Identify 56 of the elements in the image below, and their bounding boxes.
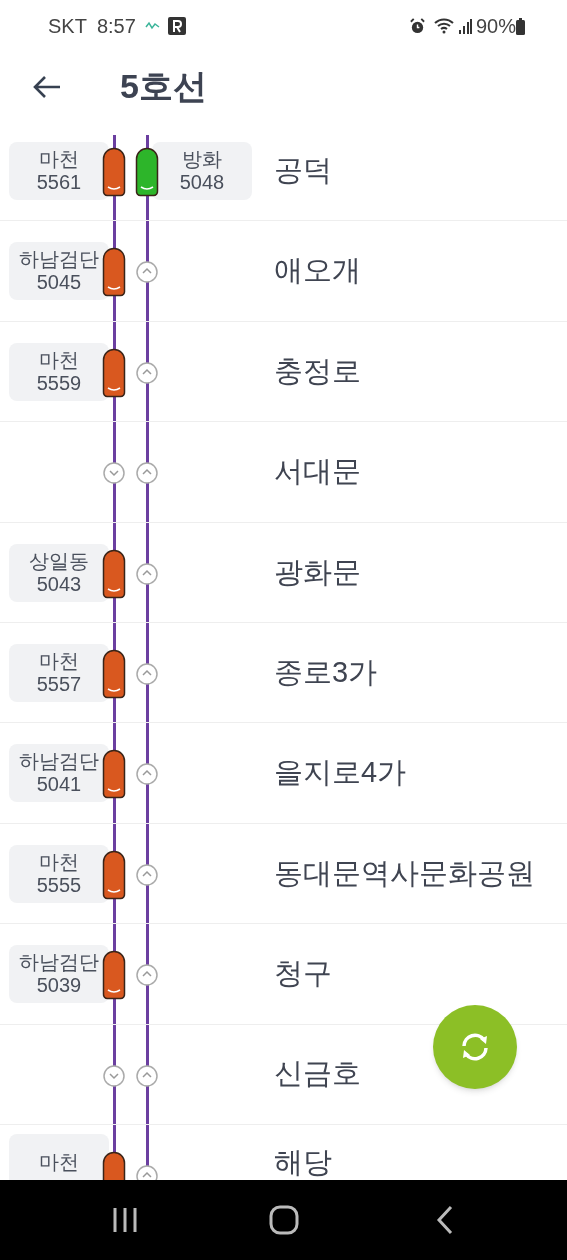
station-name[interactable]: 종로3가	[274, 650, 378, 695]
station-name[interactable]: 청구	[274, 952, 332, 996]
alarm-icon	[408, 17, 426, 35]
station-name[interactable]: 해당	[274, 1140, 332, 1180]
destination-text: 마천	[39, 348, 79, 372]
train-number: 5039	[36, 974, 82, 998]
station-name[interactable]: 을지로4가	[274, 751, 407, 795]
train-number: 5557	[36, 672, 82, 696]
destination-text: 하남검단	[19, 750, 99, 774]
chevron-up-icon	[136, 261, 158, 284]
chevron-up-icon	[136, 1064, 158, 1087]
station-name[interactable]: 충정로	[274, 349, 361, 394]
chevron-down-icon	[103, 1064, 125, 1087]
station-name[interactable]: 애오개	[274, 249, 361, 293]
back-arrow-icon	[32, 74, 62, 99]
destination-text: 마천	[39, 649, 79, 673]
recent-apps-icon[interactable]	[111, 1206, 139, 1234]
app-icon	[167, 17, 186, 35]
station-name[interactable]: 동대문역사문화공원	[274, 851, 535, 896]
train-number: 5041	[36, 773, 82, 797]
chevron-up-icon	[136, 662, 158, 685]
station-name[interactable]: 서대문	[274, 450, 361, 494]
destination-text: 방화	[182, 148, 222, 171]
train-number: 5043	[36, 572, 82, 596]
notification-icon	[144, 21, 160, 31]
station-name[interactable]: 광화문	[274, 550, 361, 594]
train-number: 5048	[179, 171, 225, 194]
chevron-up-icon	[136, 964, 158, 987]
battery-icon	[516, 17, 525, 35]
destination-text: 마천	[39, 1151, 79, 1175]
train-number: 5561	[36, 171, 82, 194]
line-title: 5호선	[120, 66, 207, 107]
destination-text: 하남검단	[19, 951, 99, 975]
chevron-up-icon	[136, 361, 158, 384]
destination-text: 상일동	[29, 549, 89, 573]
destination-text: 마천	[39, 850, 79, 874]
home-icon[interactable]	[269, 1205, 299, 1235]
signal-icon	[457, 18, 472, 34]
train-number: 5559	[36, 371, 82, 395]
wifi-icon	[433, 17, 456, 35]
carrier-text: SKT	[48, 14, 87, 39]
chevron-up-icon	[136, 462, 158, 485]
chevron-up-icon	[136, 1164, 158, 1180]
train-number: 5045	[36, 271, 82, 295]
destination-text: 마천	[39, 148, 79, 171]
chevron-up-icon	[136, 763, 158, 786]
chevron-down-icon	[103, 462, 125, 485]
station-name[interactable]: 신금호	[274, 1052, 361, 1096]
chevron-up-icon	[136, 863, 158, 886]
train-number: 5555	[36, 873, 82, 897]
station-name[interactable]: 공덕	[274, 148, 332, 193]
destination-text: 하남검단	[19, 248, 99, 272]
clock-text: 8:57	[96, 14, 136, 39]
chevron-up-icon	[136, 562, 158, 585]
battery-text: 90%	[475, 14, 516, 39]
back-icon[interactable]	[436, 1205, 454, 1235]
